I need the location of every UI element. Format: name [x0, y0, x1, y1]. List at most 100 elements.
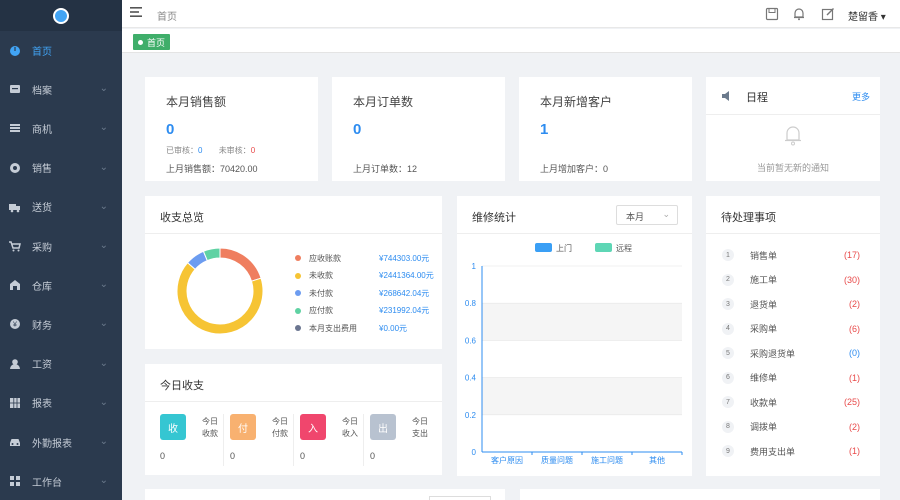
- legend-value[interactable]: ¥231992.04元: [379, 305, 429, 316]
- todo-item[interactable]: 1 销售单 (17): [722, 247, 862, 263]
- menu-toggle-icon[interactable]: [130, 7, 142, 17]
- save-icon[interactable]: [765, 7, 779, 21]
- breadcrumb[interactable]: 首页: [157, 8, 177, 23]
- todo-label: 采购退货单: [750, 348, 796, 359]
- chevron-down-icon: ⌄: [99, 161, 108, 173]
- sidebar-item-8[interactable]: 工资 ⌄: [0, 354, 122, 374]
- edit-icon[interactable]: [821, 7, 835, 21]
- todo-number: 6: [722, 371, 734, 384]
- sidebar-item-label: 商机: [32, 124, 52, 136]
- bell-icon[interactable]: [792, 7, 806, 21]
- tab-home[interactable]: 首页: [133, 34, 171, 50]
- user-menu[interactable]: 楚留香 ▾: [848, 8, 886, 23]
- sidebar-item-3[interactable]: 销售 ⌄: [0, 158, 122, 178]
- divider: [223, 414, 224, 466]
- today-value: 0: [160, 451, 166, 461]
- todo-number: 5: [722, 347, 734, 359]
- audited-label: 已审核：: [166, 146, 198, 155]
- user-icon: [9, 358, 21, 370]
- card-header: 收支总览: [145, 196, 442, 234]
- sidebar-item-9[interactable]: 报表 ⌄: [0, 393, 122, 413]
- today-income-card: 今日收支 收今日收款 0 付今日付款 0 入今日收入 0 出今日支出 0: [145, 364, 442, 475]
- todo-item[interactable]: 3 退货单 (2): [722, 296, 862, 312]
- chevron-down-icon: ⌄: [99, 318, 108, 330]
- today-value: 0: [300, 451, 306, 461]
- sidebar-item-1[interactable]: 档案 ⌄: [0, 79, 122, 99]
- sidebar-item-0[interactable]: 首页: [0, 40, 122, 60]
- empty-notice: 当前暂无新的通知: [756, 163, 829, 173]
- chevron-down-icon: ⌄: [99, 200, 108, 212]
- todo-item[interactable]: 9 费用支出单 (1): [722, 443, 862, 459]
- chevron-down-icon: ⌄: [99, 396, 108, 408]
- repair-bar-chart: 上门 远程 0 0.2 0.4 0.6 0.8 1 客户原因 质量问题 施工问题 其他: [465, 243, 683, 465]
- today-value: 0: [230, 451, 236, 461]
- sidebar-item-11[interactable]: 工作台 ⌄: [0, 471, 122, 491]
- divider: [293, 414, 294, 466]
- period-select[interactable]: 本月 ⌄: [616, 205, 678, 225]
- y-tick-label: 0.8: [465, 299, 477, 308]
- sidebar: 首页 档案 ⌄ 商机 ⌄ 销售 ⌄ 送货 ⌄ 采购 ⌄ 仓库 ⌄ ¥ 财务 ⌄ 工资 ⌄ 报表 ⌄ 外勤报表 ⌄ 工作台 ⌄: [0, 0, 122, 500]
- today-box-1[interactable]: 付: [230, 414, 256, 440]
- svg-text:¥: ¥: [13, 322, 17, 329]
- legend-value[interactable]: ¥268642.04元: [379, 288, 429, 299]
- chevron-down-icon: ⌄: [99, 357, 108, 369]
- todo-item[interactable]: 2 施工单 (30): [722, 272, 862, 288]
- app-logo[interactable]: [0, 0, 122, 31]
- today-box-2[interactable]: 入: [300, 414, 326, 440]
- todo-count: (1): [849, 446, 860, 456]
- sidebar-item-label: 档案: [32, 85, 52, 97]
- legend-dot-icon: [295, 272, 301, 279]
- grid-icon: [9, 397, 21, 409]
- chevron-down-icon: ⌄: [99, 83, 108, 95]
- customers-card: 本月新增客户 1 上月增加客户：0: [519, 77, 692, 181]
- sidebar-item-2[interactable]: 商机 ⌄: [0, 118, 122, 138]
- legend-dot-icon: [295, 325, 301, 331]
- today-label: 今日收入: [342, 417, 358, 438]
- sidebar-item-label: 首页: [32, 46, 52, 58]
- x-tick-label: 其他: [649, 455, 665, 465]
- warehouse-icon: [9, 279, 21, 291]
- todo-item[interactable]: 7 收款单 (25): [722, 394, 862, 410]
- sidebar-item-label: 销售: [32, 164, 52, 176]
- apps-icon: [9, 475, 21, 487]
- bottom-select[interactable]: [429, 496, 491, 500]
- legend-label: 远程: [616, 244, 632, 253]
- legend-value[interactable]: ¥0.00元: [379, 323, 407, 334]
- legend-label: 未付款: [309, 288, 333, 298]
- sidebar-item-10[interactable]: 外勤报表 ⌄: [0, 432, 122, 452]
- card-title: 本月新增客户: [540, 95, 613, 109]
- x-tick-label: 质量问题: [541, 455, 573, 465]
- sidebar-item-label: 工资: [32, 360, 52, 372]
- legend-value[interactable]: ¥744303.00元: [379, 253, 429, 264]
- y-tick-label: 0.4: [465, 374, 477, 383]
- todo-number: 7: [722, 396, 734, 408]
- unaudited-value: 0: [250, 146, 256, 155]
- legend-label: 上门: [556, 243, 572, 253]
- chevron-down-icon: ⌄: [99, 475, 108, 487]
- sidebar-item-6[interactable]: 仓库 ⌄: [0, 275, 122, 295]
- todo-item[interactable]: 4 采购单 (6): [722, 321, 862, 337]
- legend-value[interactable]: ¥2441364.00元: [379, 270, 434, 281]
- todo-count: (0): [849, 348, 860, 358]
- todo-label: 维修单: [750, 373, 778, 383]
- chevron-down-icon: ⌄: [99, 122, 108, 134]
- sidebar-item-4[interactable]: 送货 ⌄: [0, 197, 122, 217]
- more-link[interactable]: 更多: [852, 90, 870, 103]
- orders-card: 本月订单数 0 上月订单数：12: [332, 77, 505, 181]
- today-box-0[interactable]: 收: [160, 414, 186, 440]
- sales-card: 本月销售额 0 已审核：0 未审核：0 上月销售额：70420.00: [145, 77, 318, 181]
- sidebar-item-5[interactable]: 采购 ⌄: [0, 236, 122, 256]
- orders-value: 0: [353, 121, 362, 138]
- card-title: 本月订单数: [353, 95, 414, 109]
- sidebar-item-7[interactable]: ¥ 财务 ⌄: [0, 314, 122, 334]
- todo-item[interactable]: 6 维修单 (1): [722, 370, 862, 386]
- x-tick-label: 施工问题: [591, 455, 623, 465]
- sidebar-item-label: 财务: [32, 320, 52, 332]
- todo-label: 销售单: [750, 250, 778, 261]
- last-month-customers: 上月增加客户：0: [540, 164, 609, 174]
- car-icon: [9, 436, 21, 448]
- todo-item[interactable]: 8 调拨单 (2): [722, 419, 862, 435]
- today-box-3[interactable]: 出: [370, 414, 396, 440]
- legend-label: 未收款: [309, 271, 333, 280]
- todo-item[interactable]: 5 采购退货单 (0): [722, 345, 862, 361]
